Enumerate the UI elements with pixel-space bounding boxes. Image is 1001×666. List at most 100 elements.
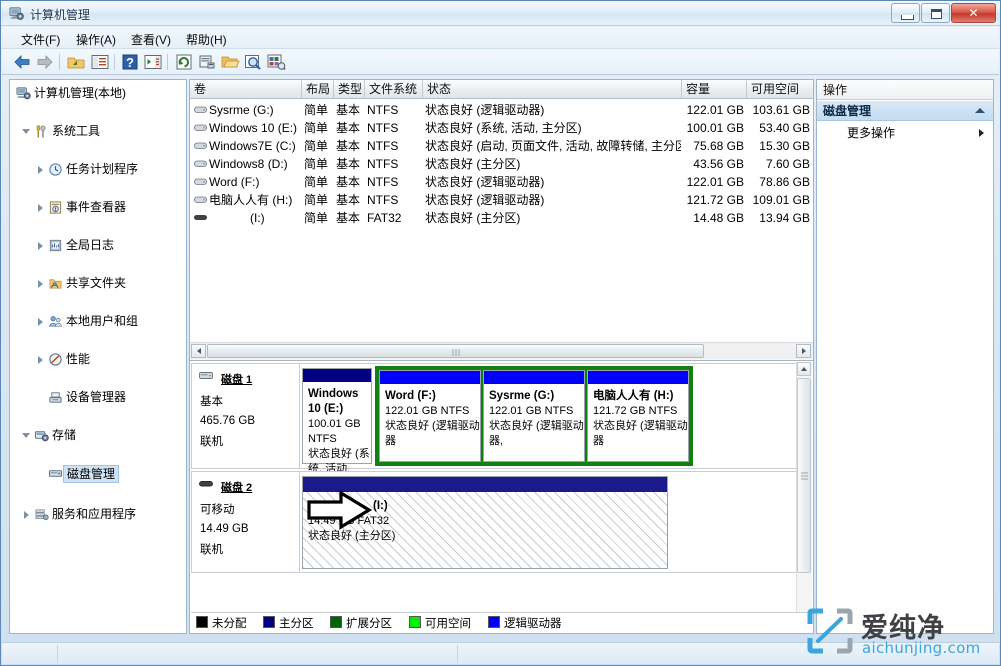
cell-capacity: 121.72 GB (686, 193, 744, 207)
properties-icon[interactable] (197, 52, 217, 72)
disk-row-2[interactable]: 磁盘 2 可移动 14.49 GB 联机 (I:) 14.49 GB FAT32… (191, 471, 798, 573)
fixed-disk-icon (199, 372, 213, 379)
cell-capacity: 75.68 GB (693, 139, 744, 153)
menu-help[interactable]: 帮助(H) (181, 30, 232, 49)
chevron-up-icon[interactable] (975, 108, 985, 113)
search-icon[interactable] (243, 52, 263, 72)
sidebar-item-local-users-and-groups[interactable]: 本地用户和组 (10, 312, 186, 331)
tree-root[interactable]: 计算机管理(本地) (10, 84, 186, 103)
disk-management-pane: 卷 布局 类型 文件系统 状态 容量 可用空间 Sysrme (G:) 简单 基… (189, 79, 814, 634)
show-action-pane-icon[interactable] (143, 52, 163, 72)
actions-item-more-actions[interactable]: 更多操作 (817, 123, 993, 143)
sidebar-item-event-viewer[interactable]: 事件查看器 (10, 198, 186, 217)
forward-icon[interactable] (35, 52, 55, 72)
twisty-open-icon[interactable] (22, 122, 32, 141)
disk-row-1[interactable]: 磁盘 1 基本 465.76 GB 联机 Windows 10 (E:) 100… (191, 363, 798, 475)
column-header-volume[interactable]: 卷 (190, 80, 302, 98)
up-folder-icon[interactable] (66, 52, 86, 72)
minimize-button[interactable] (891, 3, 920, 23)
disk-report-icon[interactable] (266, 52, 286, 72)
close-button[interactable]: ✕ (951, 3, 996, 23)
help-icon[interactable]: ? (120, 52, 140, 72)
open-folder-icon[interactable] (220, 52, 240, 72)
actions-section-disk-management[interactable]: 磁盘管理 (817, 101, 993, 121)
column-header-type[interactable]: 类型 (334, 80, 365, 98)
global-logs-icon (49, 239, 62, 252)
sidebar-item-performance[interactable]: 性能 (10, 350, 186, 369)
hscroll-right-arrow[interactable] (796, 344, 811, 358)
column-header-status[interactable]: 状态 (423, 80, 682, 98)
partition-block[interactable]: Windows 10 (E:) 100.01 GB NTFS 状态良好 (系统,… (302, 368, 372, 475)
show-tree-icon[interactable] (90, 52, 110, 72)
twisty-collapsed-icon[interactable] (22, 505, 32, 524)
sidebar-item-storage[interactable]: 存储 (10, 426, 186, 445)
sidebar-item-shared-folders[interactable]: 共享文件夹 (10, 274, 186, 293)
vscroll-thumb[interactable] (797, 378, 811, 573)
graphical-view-vscrollbar[interactable] (796, 362, 812, 632)
sidebar-item-system-tools[interactable]: 系统工具 (10, 122, 186, 141)
table-row[interactable]: Windows 10 (E:) 简单 基本 NTFS 状态良好 (系统, 活动,… (190, 119, 813, 137)
twisty-collapsed-icon[interactable] (36, 350, 46, 369)
column-header-free-space[interactable]: 可用空间 (747, 80, 813, 98)
chevron-right-icon[interactable] (979, 129, 984, 137)
menu-view[interactable]: 查看(V) (126, 30, 176, 49)
volume-list-hscrollbar[interactable] (190, 342, 813, 359)
menu-action[interactable]: 操作(A) (71, 30, 121, 49)
twisty-collapsed-icon[interactable] (36, 198, 46, 217)
back-icon[interactable] (12, 52, 32, 72)
twisty-collapsed-icon[interactable] (36, 312, 46, 331)
cell-status: 状态良好 (逻辑驱动器) (425, 193, 545, 207)
twisty-collapsed-icon[interactable] (36, 274, 46, 293)
removable-drive-icon (194, 215, 207, 220)
cell-volume: 电脑人人有 (H:) (209, 193, 293, 207)
window-controls: ✕ (891, 3, 996, 24)
toolbar-separator-2 (114, 54, 115, 70)
twisty-collapsed-icon[interactable] (36, 160, 46, 179)
table-row[interactable]: Windows7E (C:) 简单 基本 NTFS 状态良好 (启动, 页面文件… (190, 137, 813, 155)
task-scheduler-icon (49, 163, 62, 176)
partition-block[interactable]: Sysrme (G:) 122.01 GB NTFS 状态良好 (逻辑驱动器, (483, 370, 585, 462)
table-row[interactable]: Windows8 (D:) 简单 基本 NTFS 状态良好 (主分区) 43.5… (190, 155, 813, 173)
column-header-layout[interactable]: 布局 (302, 80, 334, 98)
sidebar-label: 性能 (66, 352, 91, 366)
watermark-domain-text: aichunjing.com (862, 639, 981, 657)
cell-status: 状态良好 (逻辑驱动器) (425, 175, 545, 189)
sidebar-item-disk-management[interactable]: 磁盘管理 (10, 464, 186, 483)
removable-disk-icon (199, 481, 213, 487)
twisty-open-icon[interactable] (22, 426, 32, 445)
legend-label: 可用空间 (425, 618, 471, 630)
volume-list: 卷 布局 类型 文件系统 状态 容量 可用空间 Sysrme (G:) 简单 基… (190, 80, 813, 342)
partition-color-bar (380, 371, 480, 384)
sidebar-item-services-and-applications[interactable]: 服务和应用程序 (10, 505, 186, 524)
table-row[interactable]: Sysrme (G:) 简单 基本 NTFS 状态良好 (逻辑驱动器) 122.… (190, 101, 813, 119)
cell-status: 状态良好 (系统, 活动, 主分区) (425, 121, 582, 135)
sidebar-label: 事件查看器 (66, 200, 127, 214)
cell-file-system: NTFS (367, 157, 399, 171)
hscroll-left-arrow[interactable] (191, 344, 206, 358)
legend-swatch (330, 616, 342, 628)
volume-list-header: 卷 布局 类型 文件系统 状态 容量 可用空间 (190, 80, 813, 99)
refresh-icon[interactable] (174, 52, 194, 72)
table-row[interactable]: 电脑人人有 (H:) 简单 基本 NTFS 状态良好 (逻辑驱动器) 121.7… (190, 191, 813, 209)
column-header-capacity[interactable]: 容量 (682, 80, 747, 98)
hscroll-thumb[interactable] (207, 344, 704, 358)
cell-free: 15.30 GB (759, 139, 810, 153)
disk-status: 联机 (200, 544, 223, 556)
legend-label: 未分配 (212, 618, 247, 630)
maximize-button[interactable] (921, 3, 950, 23)
partition-block[interactable]: Word (F:) 122.01 GB NTFS 状态良好 (逻辑驱动器 (379, 370, 481, 462)
sidebar-item-device-manager[interactable]: 设备管理器 (10, 388, 186, 407)
partition-block[interactable]: 电脑人人有 (H:) 121.72 GB NTFS 状态良好 (逻辑驱动器 (587, 370, 689, 462)
column-header-file-system[interactable]: 文件系统 (365, 80, 423, 98)
tree-root-label: 计算机管理(本地) (34, 86, 126, 100)
twisty-collapsed-icon[interactable] (36, 236, 46, 255)
cell-layout: 简单 (304, 193, 329, 207)
table-row[interactable]: (I:) 简单 基本 FAT32 状态良好 (主分区) 14.48 GB 13.… (190, 209, 813, 227)
vscroll-up-arrow[interactable] (797, 362, 811, 376)
menu-file[interactable]: 文件(F) (16, 30, 65, 49)
table-row[interactable]: Word (F:) 简单 基本 NTFS 状态良好 (逻辑驱动器) 122.01… (190, 173, 813, 191)
partition-name: Sysrme (G:) (489, 390, 555, 402)
close-icon: ✕ (968, 6, 979, 20)
sidebar-item-global-logs[interactable]: 全局日志 (10, 236, 186, 255)
sidebar-item-task-scheduler[interactable]: 任务计划程序 (10, 160, 186, 179)
